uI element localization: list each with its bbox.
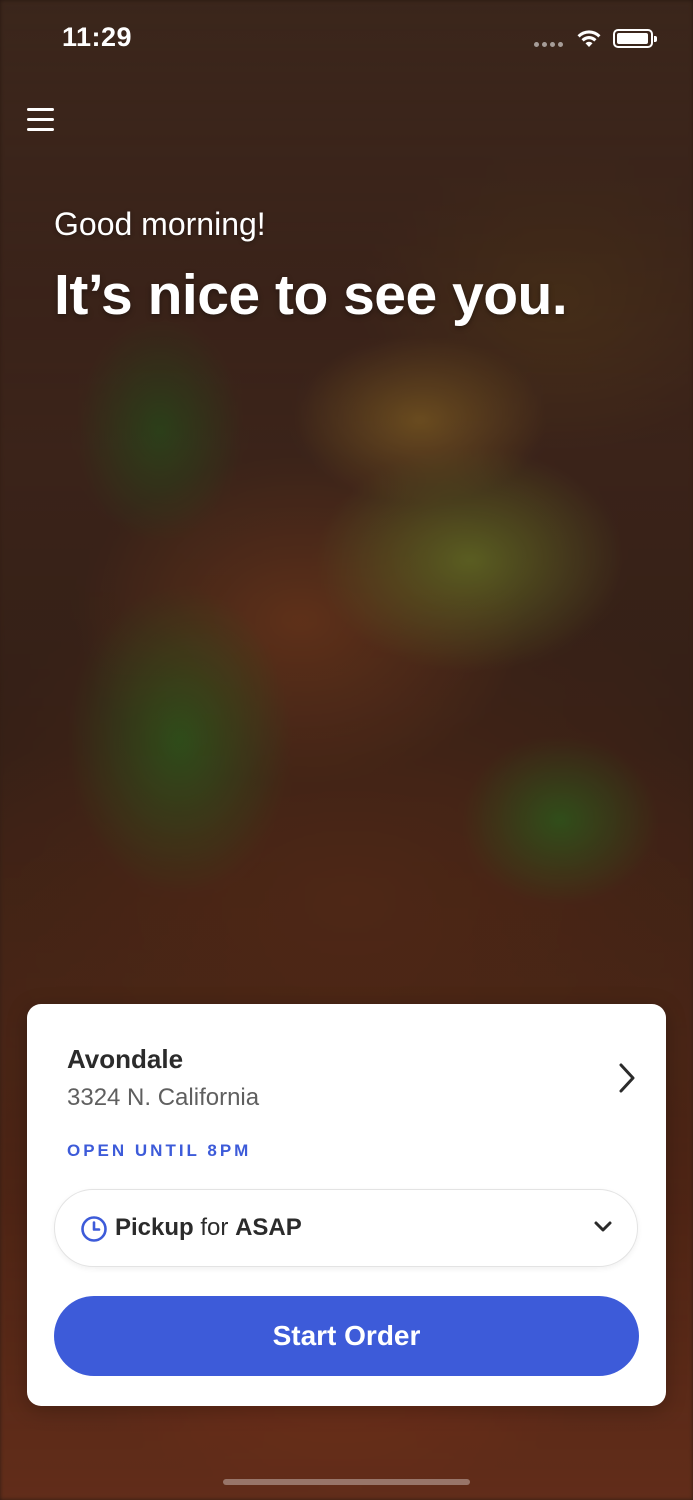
order-type-select[interactable]: Pickup for ASAP	[54, 1189, 638, 1267]
hours-status: OPEN UNTIL 8PM	[67, 1141, 252, 1160]
start-order-button[interactable]: Start Order	[54, 1296, 639, 1376]
order-connector: for	[200, 1214, 229, 1241]
location-address: 3324 N. California	[67, 1084, 260, 1111]
location-card: Avondale 3324 N. California OPEN UNTIL 8…	[27, 1004, 666, 1406]
location-name: Avondale	[67, 1044, 184, 1074]
greeting-text: Good morning!	[54, 206, 266, 242]
status-bar: 11:29	[0, 0, 693, 80]
location-selector[interactable]: Avondale 3324 N. California	[67, 1042, 637, 1122]
signal-dots-icon	[534, 42, 563, 47]
status-time: 11:29	[62, 22, 133, 52]
clock-icon	[81, 1216, 107, 1242]
order-type-label: Pickup for ASAP	[115, 1214, 302, 1242]
home-indicator	[223, 1479, 470, 1485]
battery-icon	[613, 29, 657, 48]
chevron-right-icon	[619, 1063, 635, 1093]
order-time-value: ASAP	[235, 1214, 302, 1241]
chevron-down-icon	[594, 1221, 612, 1232]
hamburger-menu-icon[interactable]	[27, 107, 55, 131]
headline-text: It’s nice to see you.	[54, 263, 568, 327]
wifi-icon	[577, 30, 601, 47]
order-type-value: Pickup	[115, 1214, 194, 1241]
